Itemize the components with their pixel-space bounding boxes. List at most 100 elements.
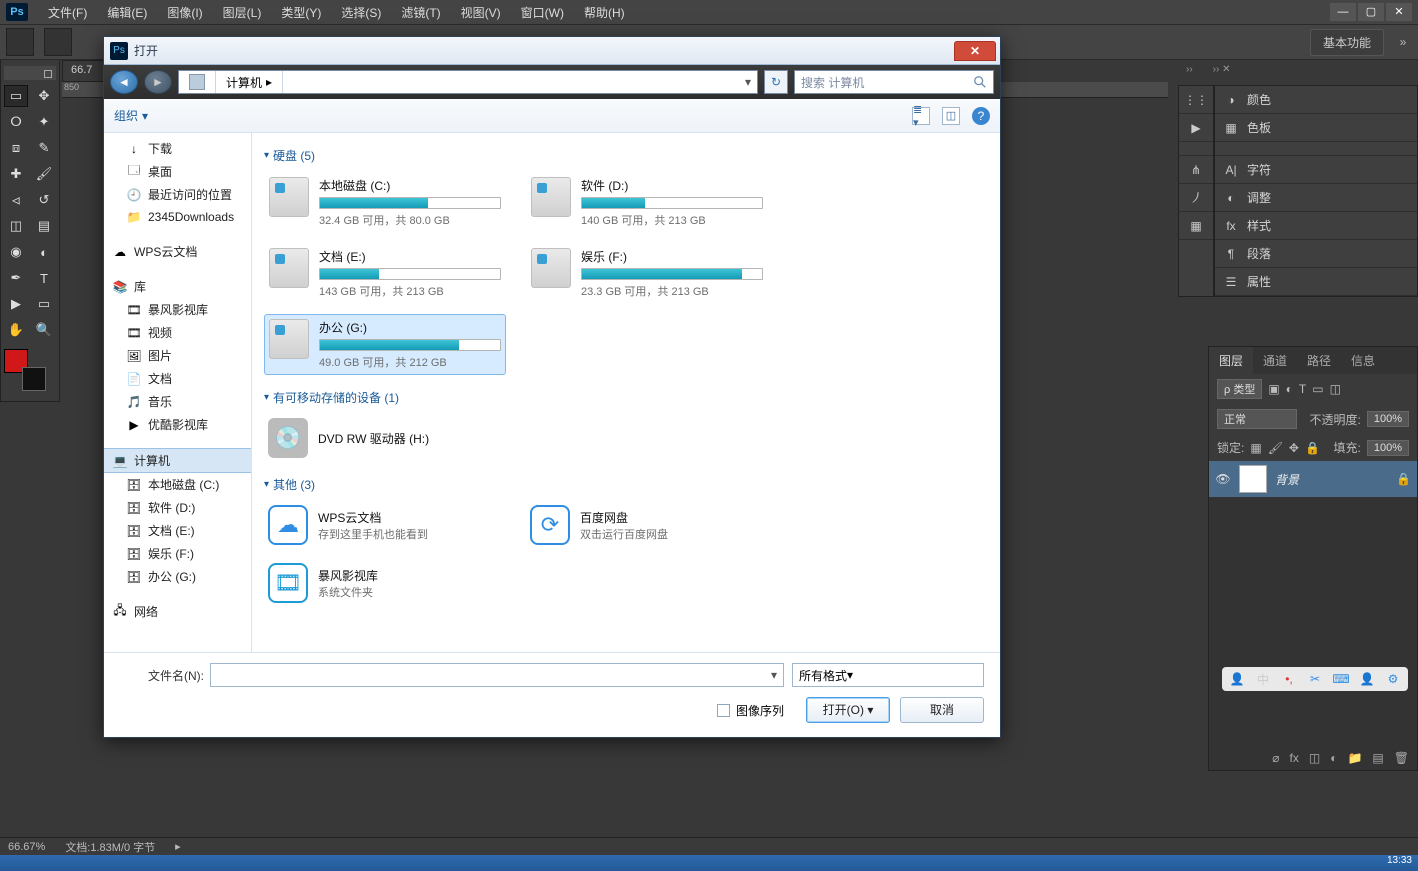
tools-panel-header[interactable] <box>4 66 56 80</box>
new-layer-icon[interactable]: ▤ <box>1372 751 1383 765</box>
collapse-arrow-icon[interactable]: ›› ✕ <box>1213 64 1231 75</box>
sidebar-lib-pictures[interactable]: 🖼图片 <box>104 344 251 367</box>
delete-layer-icon[interactable]: 🗑 <box>1394 751 1409 765</box>
zoom-tool-icon[interactable]: 🔍 <box>32 319 56 341</box>
menu-layer[interactable]: 图层(L) <box>213 4 272 21</box>
helper-ch-icon[interactable]: 中 <box>1254 670 1272 688</box>
play-icon[interactable]: ▶ <box>1179 114 1213 142</box>
shape-tool-icon[interactable]: ▭ <box>32 293 56 315</box>
filter-image-icon[interactable]: ▣ <box>1268 382 1279 396</box>
breadcrumb-dropdown-icon[interactable]: ▾ <box>739 75 757 89</box>
window-close-button[interactable]: ✕ <box>1386 3 1412 21</box>
move-tool-icon[interactable]: ✥ <box>32 85 56 107</box>
layer-kind-filter[interactable]: ρ 类型 <box>1217 379 1262 399</box>
layer-mask-icon[interactable]: ◫ <box>1309 751 1320 765</box>
section-drives-header[interactable]: 硬盘 (5) <box>264 147 988 164</box>
marquee-tool-icon[interactable]: ▭ <box>4 85 28 107</box>
sidebar-lib-youku[interactable]: ▶优酷影视库 <box>104 413 251 436</box>
status-zoom[interactable]: 66.67% <box>8 841 45 853</box>
clone-source-icon[interactable]: ⵰ <box>1179 184 1213 212</box>
type-tool-icon[interactable]: T <box>32 267 56 289</box>
pen-tool-icon[interactable]: ✒ <box>4 267 28 289</box>
sidebar-drive-f[interactable]: 🗄娱乐 (F:) <box>104 542 251 565</box>
menu-image[interactable]: 图像(I) <box>157 4 212 21</box>
color-swatches[interactable] <box>4 349 46 391</box>
sidebar-drive-d[interactable]: 🗄软件 (D:) <box>104 496 251 519</box>
eyedropper-tool-icon[interactable]: ✎ <box>32 137 56 159</box>
arrange-icon[interactable]: ⋮⋮ <box>1179 86 1213 114</box>
sidebar-libraries[interactable]: 📚库 <box>104 275 251 298</box>
filter-smart-icon[interactable]: ◫ <box>1330 382 1341 396</box>
helper-scissors-icon[interactable]: ✂ <box>1306 670 1324 688</box>
sidebar-drive-g[interactable]: 🗄办公 (G:) <box>104 565 251 588</box>
opacity-value[interactable]: 100% <box>1367 411 1409 427</box>
helper-user-icon[interactable]: 👤 <box>1228 670 1246 688</box>
other-item[interactable]: ⟳百度网盘双击运行百度网盘 <box>526 501 768 549</box>
tab-channels[interactable]: 通道 <box>1253 347 1297 374</box>
menu-filter[interactable]: 滤镜(T) <box>391 4 450 21</box>
helper-keyboard-icon[interactable]: ⌨ <box>1332 670 1350 688</box>
layer-row-background[interactable]: 👁 背景 🔒 <box>1209 461 1417 497</box>
brush-presets-icon[interactable]: ⋔ <box>1179 156 1213 184</box>
menu-select[interactable]: 选择(S) <box>331 4 391 21</box>
sidebar-lib-docs[interactable]: 📄文档 <box>104 367 251 390</box>
removable-item[interactable]: 💿DVD RW 驱动器 (H:) <box>264 414 506 462</box>
sidebar-drive-c[interactable]: 🗄本地磁盘 (C:) <box>104 473 251 496</box>
lock-position-icon[interactable]: ✥ <box>1289 441 1299 455</box>
help-button[interactable]: ? <box>972 107 990 125</box>
path-select-tool-icon[interactable]: ▶ <box>4 293 28 315</box>
brush-tool-icon[interactable]: 🖌 <box>32 163 56 185</box>
nav-grid-icon[interactable]: ▦ <box>1179 212 1213 240</box>
gradient-tool-icon[interactable]: ▤ <box>32 215 56 237</box>
drive-item[interactable]: 本地磁盘 (C:)32.4 GB 可用，共 80.0 GB <box>264 172 506 233</box>
link-layers-icon[interactable]: ⌀ <box>1272 751 1279 765</box>
other-item[interactable]: ☁WPS云文档存到这里手机也能看到 <box>264 501 506 549</box>
search-input[interactable]: 搜索 计算机 <box>794 70 994 94</box>
sidebar-wps[interactable]: ☁WPS云文档 <box>104 240 251 263</box>
background-color-icon[interactable] <box>22 367 46 391</box>
tab-info[interactable]: 信息 <box>1341 347 1385 374</box>
healing-tool-icon[interactable]: ✚ <box>4 163 28 185</box>
organize-menu[interactable]: 组织 ▾ <box>114 107 148 124</box>
nav-forward-button[interactable]: ► <box>144 70 172 94</box>
taskbar[interactable]: 13:33 <box>0 855 1418 871</box>
panel-row-swatches[interactable]: ▦色板 <box>1215 114 1417 142</box>
menu-edit[interactable]: 编辑(E) <box>97 4 157 21</box>
sidebar-downloads[interactable]: ↓下载 <box>104 137 251 160</box>
fill-value[interactable]: 100% <box>1367 440 1409 456</box>
blend-mode-select[interactable]: 正常 <box>1217 409 1297 429</box>
panel-row-styles[interactable]: fx样式 <box>1215 212 1417 240</box>
filter-adjust-icon[interactable]: ◐ <box>1286 382 1293 396</box>
chevron-right-icon[interactable]: ▸ <box>266 75 272 89</box>
filter-shape-icon[interactable]: ▭ <box>1312 382 1323 396</box>
chevron-down-icon[interactable]: ▾ <box>771 668 777 682</box>
helper-person-icon[interactable]: 👤 <box>1358 670 1376 688</box>
collapse-arrow-icon[interactable]: ›› <box>1186 64 1193 75</box>
cancel-button[interactable]: 取消 <box>900 697 984 723</box>
tab-layers[interactable]: 图层 <box>1209 347 1253 374</box>
window-minimize-button[interactable]: — <box>1330 3 1356 21</box>
nav-back-button[interactable]: ◄ <box>110 70 138 94</box>
lock-all-icon[interactable]: 🔒 <box>1305 441 1320 455</box>
layer-fx-icon[interactable]: fx <box>1290 751 1299 765</box>
sidebar-computer[interactable]: 💻计算机 <box>104 448 251 473</box>
drive-item[interactable]: 软件 (D:)140 GB 可用，共 213 GB <box>526 172 768 233</box>
sidebar-recent[interactable]: 🕘最近访问的位置 <box>104 183 251 206</box>
panel-row-character[interactable]: A|字符 <box>1215 156 1417 184</box>
drive-item[interactable]: 文档 (E:)143 GB 可用，共 213 GB <box>264 243 506 304</box>
hand-tool-icon[interactable]: ✋ <box>4 319 28 341</box>
lock-pixels-icon[interactable]: ▦ <box>1250 441 1261 455</box>
adjustment-layer-icon[interactable]: ◐ <box>1330 751 1337 765</box>
sidebar-lib-music[interactable]: 🎵音乐 <box>104 390 251 413</box>
workspace-chevron-icon[interactable]: » <box>1394 35 1412 49</box>
section-removable-header[interactable]: 有可移动存储的设备 (1) <box>264 389 988 406</box>
crop-tool-icon[interactable]: ⧈ <box>4 137 28 159</box>
breadcrumb[interactable]: 计算机▸ ▾ <box>178 70 758 94</box>
blur-tool-icon[interactable]: ◉ <box>4 241 28 263</box>
window-maximize-button[interactable]: ▢ <box>1358 3 1384 21</box>
helper-settings-icon[interactable]: ⚙ <box>1384 670 1402 688</box>
workspace-switcher[interactable]: 基本功能 <box>1310 29 1384 56</box>
dialog-titlebar[interactable]: Ps 打开 ✕ <box>104 37 1000 65</box>
panel-row-adjustments[interactable]: ◐调整 <box>1215 184 1417 212</box>
sidebar-lib-videos[interactable]: 🎞视频 <box>104 321 251 344</box>
